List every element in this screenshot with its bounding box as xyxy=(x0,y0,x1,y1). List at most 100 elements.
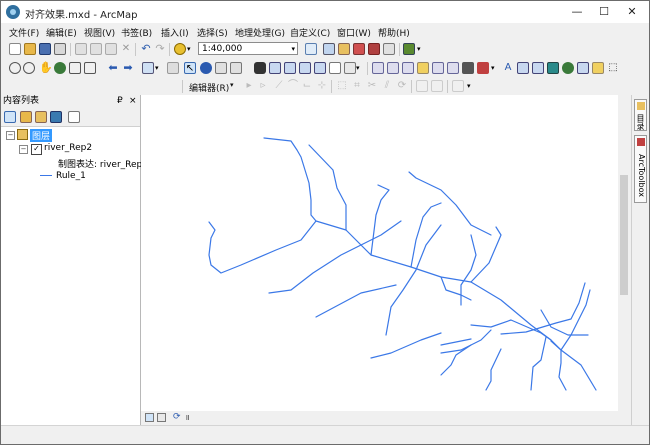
close-icon[interactable]: × xyxy=(129,95,137,108)
marker-tool-icon[interactable] xyxy=(477,62,489,74)
clear-selection-icon[interactable] xyxy=(167,62,179,74)
redo-icon[interactable]: ↷ xyxy=(154,43,166,55)
map-view[interactable] xyxy=(141,95,618,411)
arctoolbox-icon[interactable] xyxy=(368,43,380,55)
layer-visibility-checkbox[interactable]: ✓ xyxy=(31,144,42,155)
collapse-layers-icon[interactable]: − xyxy=(6,131,15,140)
smooth-tool-icon[interactable] xyxy=(447,62,459,74)
layout-view-icon[interactable] xyxy=(157,413,166,422)
html-popup-icon[interactable] xyxy=(284,62,296,74)
list-by-selection-icon[interactable] xyxy=(50,111,62,123)
cartography-tool-icon[interactable] xyxy=(387,62,399,74)
copy-icon[interactable] xyxy=(90,43,102,55)
fixed-zoom-in-icon[interactable] xyxy=(69,62,81,74)
refresh-icon[interactable]: ⟳ xyxy=(173,413,182,422)
print-icon[interactable] xyxy=(54,43,66,55)
list-by-drawing-order-icon[interactable] xyxy=(4,111,16,123)
scrollbar-thumb[interactable] xyxy=(620,175,628,295)
symbol-tool-icon[interactable] xyxy=(402,62,414,74)
fixed-zoom-out-icon[interactable] xyxy=(84,62,96,74)
globe-icon[interactable] xyxy=(562,62,574,74)
toc-options-icon[interactable] xyxy=(68,111,80,123)
arctoolbox-tab[interactable]: ArcToolbox xyxy=(634,135,647,203)
find-icon[interactable] xyxy=(215,62,227,74)
model-builder-icon[interactable] xyxy=(403,43,415,55)
toolbar-overflow-icon[interactable]: ▾ xyxy=(467,80,479,92)
layout-view-icon[interactable] xyxy=(344,62,356,74)
editor-dropdown-icon[interactable]: ▾ xyxy=(230,81,234,89)
close-button[interactable]: ✕ xyxy=(621,3,643,21)
menu-bookmarks[interactable]: 书签(B) xyxy=(121,26,152,39)
create-features-icon[interactable] xyxy=(452,80,464,92)
straight-segment-icon[interactable]: ⟋ xyxy=(273,80,285,92)
menu-help[interactable]: 帮助(H) xyxy=(378,26,410,39)
select-features-icon[interactable] xyxy=(142,62,154,74)
collapse-layer-icon[interactable]: − xyxy=(19,145,28,154)
new-document-icon[interactable] xyxy=(9,43,21,55)
measure-icon[interactable] xyxy=(254,62,266,74)
forward-extent-icon[interactable]: ➡ xyxy=(122,62,134,74)
map-scale-combobox[interactable]: 1:40,000 ▾ xyxy=(198,42,298,55)
search-window-icon[interactable] xyxy=(353,43,365,55)
image-analysis-icon[interactable] xyxy=(547,62,559,74)
menu-selection[interactable]: 选择(S) xyxy=(197,26,228,39)
editor-toolbar-icon[interactable] xyxy=(305,43,317,55)
reshape-feature-icon[interactable]: ⌗ xyxy=(351,80,363,92)
add-data-icon[interactable] xyxy=(174,43,186,55)
identify-icon[interactable] xyxy=(200,62,212,74)
catalog-window-icon[interactable] xyxy=(338,43,350,55)
table-of-contents-icon[interactable] xyxy=(323,43,335,55)
attributes-icon[interactable] xyxy=(416,80,428,92)
text-tool-icon[interactable]: A xyxy=(502,62,514,74)
menu-insert[interactable]: 插入(I) xyxy=(161,26,189,39)
georeferencing-icon[interactable] xyxy=(517,62,529,74)
menu-windows[interactable]: 窗口(W) xyxy=(337,26,371,39)
menu-edit[interactable]: 编辑(E) xyxy=(46,26,77,39)
edit-vertices-icon[interactable]: ⬚ xyxy=(336,80,348,92)
editor-menu-button[interactable]: 编辑器(R) xyxy=(189,81,229,94)
find-route-icon[interactable] xyxy=(230,62,242,74)
split-tool-icon[interactable]: ⫽ xyxy=(381,80,393,92)
list-by-visibility-icon[interactable] xyxy=(35,111,47,123)
select-dropdown-icon[interactable]: ▾ xyxy=(155,62,167,74)
layer-name-label[interactable]: river_Rep2 xyxy=(44,143,92,153)
create-viewer-window-icon[interactable] xyxy=(314,62,326,74)
edit-tool-icon[interactable]: ▸ xyxy=(243,80,255,92)
chevron-down-icon[interactable]: ▾ xyxy=(291,43,295,56)
edit-annotation-icon[interactable]: ▹ xyxy=(257,80,269,92)
pause-drawing-icon[interactable]: ॥ xyxy=(185,413,194,422)
zoom-out-icon[interactable] xyxy=(23,62,35,74)
full-extent-icon[interactable] xyxy=(54,62,66,74)
delete-icon[interactable]: ✕ xyxy=(120,43,132,55)
layers-group-label[interactable]: 图层 xyxy=(30,129,53,142)
rule-name-label[interactable]: Rule_1 xyxy=(56,171,86,181)
catalog-tab[interactable]: 目录 xyxy=(634,99,647,131)
back-extent-icon[interactable]: ⬅ xyxy=(107,62,119,74)
sketch-properties-icon[interactable] xyxy=(431,80,443,92)
edit-vertices-icon[interactable]: ⬚ xyxy=(607,62,619,74)
fill-tool-icon[interactable] xyxy=(462,62,474,74)
point-icon[interactable]: ⊹ xyxy=(316,80,328,92)
paste-icon[interactable] xyxy=(105,43,117,55)
label-tool-icon[interactable] xyxy=(417,62,429,74)
scene-icon[interactable] xyxy=(577,62,589,74)
open-folder-icon[interactable] xyxy=(24,43,36,55)
python-window-icon[interactable] xyxy=(383,43,395,55)
pan-icon[interactable]: ✋ xyxy=(39,62,53,74)
end-point-arc-icon[interactable]: ⌒ xyxy=(287,80,299,92)
toolbar-overflow-icon[interactable]: ▾ xyxy=(417,43,429,55)
list-by-source-icon[interactable] xyxy=(20,111,32,123)
zoom-in-icon[interactable] xyxy=(9,62,21,74)
time-slider-icon[interactable] xyxy=(299,62,311,74)
menu-file[interactable]: 文件(F) xyxy=(9,26,39,39)
cut-icon[interactable] xyxy=(75,43,87,55)
data-view-icon[interactable] xyxy=(145,413,154,422)
cut-polygons-icon[interactable]: ✂ xyxy=(366,80,378,92)
hyperlink-icon[interactable] xyxy=(269,62,281,74)
menu-customize[interactable]: 自定义(C) xyxy=(290,26,330,39)
undo-icon[interactable]: ↶ xyxy=(140,43,152,55)
generalize-tool-icon[interactable] xyxy=(432,62,444,74)
notes-icon[interactable] xyxy=(592,62,604,74)
map-vertical-scrollbar[interactable] xyxy=(618,95,630,411)
swipe-icon[interactable] xyxy=(329,62,341,74)
